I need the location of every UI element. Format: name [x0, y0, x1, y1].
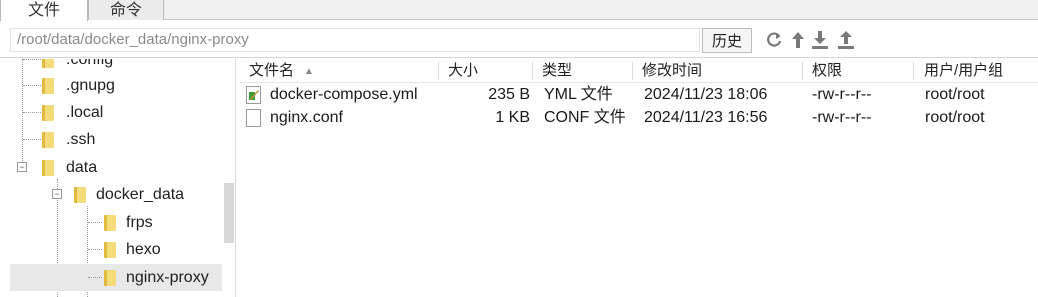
file-size: 235 B — [488, 86, 530, 103]
file-owner: root/root — [925, 86, 985, 103]
file-name: docker-compose.yml — [270, 86, 418, 103]
column-header-modified[interactable]: 修改时间 — [642, 59, 702, 83]
file-type: YML 文件 — [544, 86, 613, 103]
conf-file-icon — [246, 109, 261, 127]
tree-connector — [88, 249, 102, 250]
tree-item-local[interactable]: .local — [10, 99, 222, 126]
column-header-owner[interactable]: 用户/用户组 — [924, 59, 1003, 83]
file-permissions: -rw-r--r-- — [812, 109, 872, 126]
folder-icon — [42, 59, 54, 68]
tree-connector — [23, 112, 41, 113]
tree-item-label: docker_data — [96, 185, 185, 203]
tree-item-frps[interactable]: frps — [10, 209, 222, 236]
folder-icon — [104, 242, 116, 258]
directory-tree: .config .gnupg .local .ssh − data − dock… — [0, 59, 236, 297]
column-header-label: 文件名 — [249, 62, 295, 79]
column-divider[interactable] — [438, 62, 439, 80]
history-button[interactable]: 历史 — [702, 28, 752, 53]
tree-item-hexo[interactable]: hexo — [10, 236, 222, 263]
refresh-icon[interactable] — [764, 29, 784, 51]
column-header-name[interactable]: 文件名 ▲ — [249, 59, 314, 83]
tree-item-docker-data[interactable]: − docker_data — [10, 181, 222, 208]
tree-item-label: .gnupg — [66, 76, 115, 94]
yml-file-icon — [246, 86, 261, 104]
file-row[interactable]: nginx.conf 1 KB CONF 文件 2024/11/23 16:56… — [240, 107, 1038, 129]
path-bar: /root/data/docker_data/nginx-proxy 历史 — [0, 20, 1038, 58]
collapse-icon[interactable]: − — [52, 189, 62, 199]
folder-icon — [104, 215, 116, 231]
tree-item-nginx-proxy[interactable]: nginx-proxy — [10, 264, 222, 291]
file-modified: 2024/11/23 16:56 — [644, 109, 768, 126]
tree-scrollbar[interactable] — [224, 183, 234, 243]
up-directory-icon[interactable] — [788, 29, 808, 51]
column-divider[interactable] — [802, 62, 803, 80]
tree-item-data[interactable]: − data — [10, 154, 222, 181]
upload-icon[interactable] — [836, 29, 856, 51]
collapse-icon[interactable]: − — [17, 162, 27, 172]
file-row[interactable]: docker-compose.yml 235 B YML 文件 2024/11/… — [240, 84, 1038, 106]
tree-item-label: hexo — [126, 240, 161, 258]
file-type: CONF 文件 — [544, 109, 626, 126]
file-list-header: 文件名 ▲ 大小 类型 修改时间 权限 用户/用户组 — [240, 59, 1038, 83]
tree-item-config[interactable]: .config — [10, 59, 222, 73]
file-permissions: -rw-r--r-- — [812, 86, 872, 103]
folder-icon — [42, 78, 54, 94]
folder-icon — [104, 270, 116, 286]
tree-item-label: .config — [66, 59, 114, 68]
tab-bar: 文件 命令 — [0, 0, 1038, 21]
tree-connector — [23, 85, 41, 86]
column-divider[interactable] — [632, 62, 633, 80]
file-modified: 2024/11/23 18:06 — [644, 86, 768, 103]
tab-files[interactable]: 文件 — [0, 0, 88, 21]
tree-connector — [88, 222, 102, 223]
file-list: 文件名 ▲ 大小 类型 修改时间 权限 用户/用户组 docker-compose… — [240, 59, 1038, 297]
folder-icon — [42, 132, 54, 148]
sort-ascending-icon: ▲ — [304, 66, 314, 77]
file-name: nginx.conf — [270, 109, 343, 126]
tree-item-label: .local — [66, 103, 104, 121]
column-header-size[interactable]: 大小 — [448, 59, 478, 83]
folder-icon — [74, 187, 86, 203]
tree-item-gnupg[interactable]: .gnupg — [10, 72, 222, 99]
column-header-permissions[interactable]: 权限 — [812, 59, 842, 83]
file-size: 1 KB — [495, 109, 530, 126]
tree-connector — [23, 59, 41, 60]
column-header-type[interactable]: 类型 — [542, 59, 572, 83]
tree-item-label: nginx-proxy — [126, 268, 209, 286]
tree-connector — [88, 277, 102, 278]
column-divider[interactable] — [532, 62, 533, 80]
folder-icon — [42, 160, 54, 176]
tree-item-ssh[interactable]: .ssh — [10, 126, 222, 153]
tree-item-label: .ssh — [66, 130, 96, 148]
tab-commands[interactable]: 命令 — [88, 0, 164, 20]
tree-item-label: data — [66, 158, 98, 176]
column-divider[interactable] — [913, 62, 914, 80]
path-input[interactable]: /root/data/docker_data/nginx-proxy — [10, 28, 700, 52]
tree-connector — [23, 139, 41, 140]
download-icon[interactable] — [810, 29, 830, 51]
folder-icon — [42, 105, 54, 121]
tree-item-label: frps — [126, 213, 153, 231]
file-owner: root/root — [925, 109, 985, 126]
